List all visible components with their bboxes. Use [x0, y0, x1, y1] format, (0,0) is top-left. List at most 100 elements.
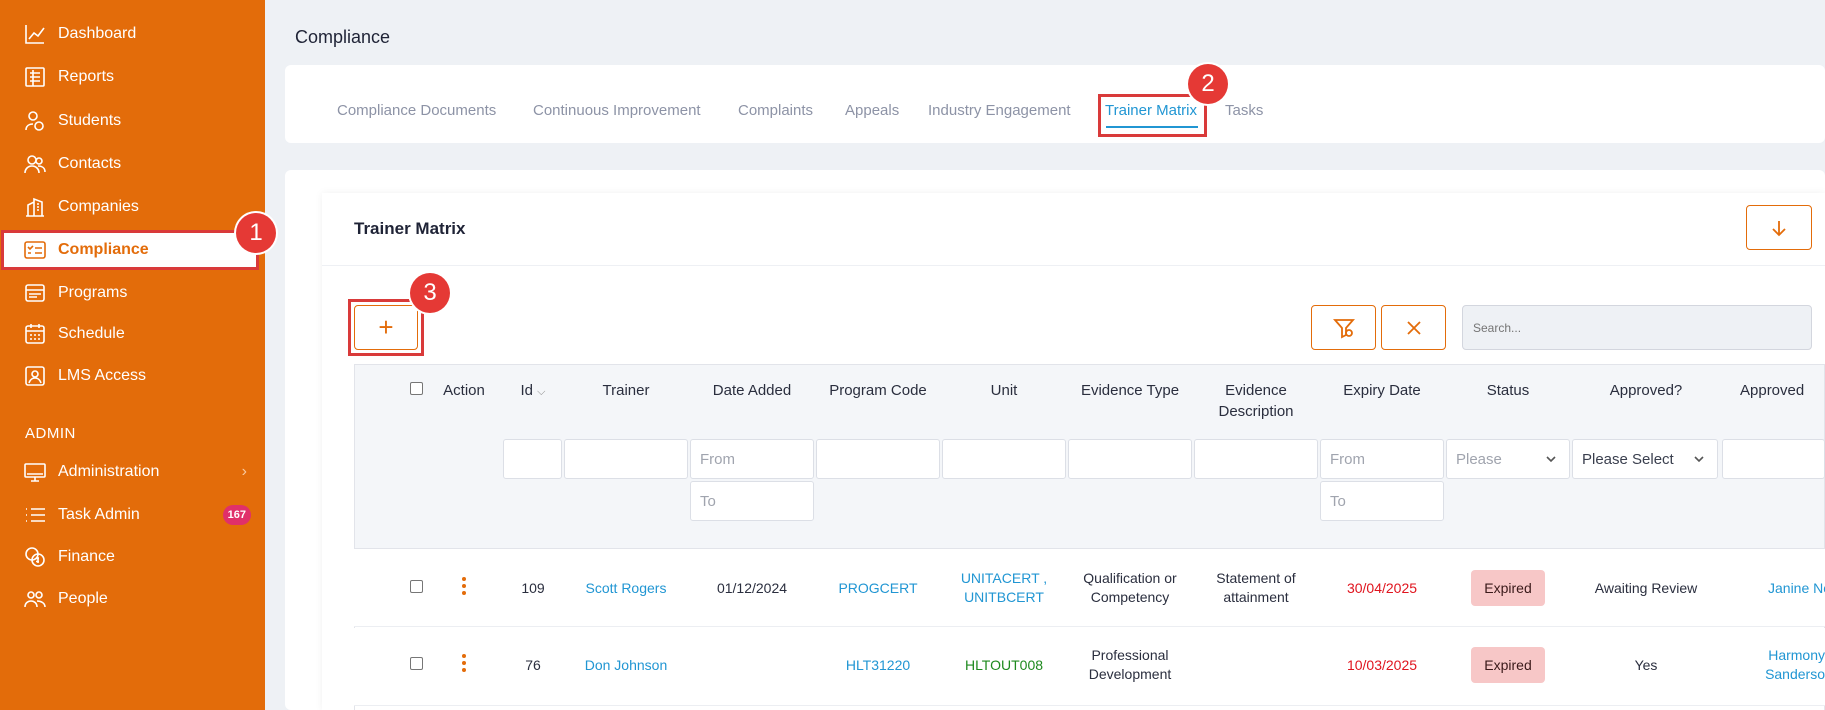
filter-id-input[interactable] [503, 439, 562, 479]
admin-section-label: ADMIN [25, 425, 76, 442]
filter-date-added-to[interactable]: To [690, 481, 814, 521]
task-count-badge: 167 [222, 505, 251, 525]
cell-trainer-link[interactable]: Scott Rogers [564, 579, 688, 598]
row-checkbox[interactable] [410, 657, 423, 670]
contacts-icon [24, 153, 46, 175]
sidebar-item-administration[interactable]: Administration › [0, 454, 265, 490]
row-checkbox[interactable] [410, 580, 423, 593]
sidebar-item-programs[interactable]: Programs [0, 275, 265, 311]
filter-trainer-input[interactable] [564, 439, 688, 479]
column-header-label: Id [520, 382, 533, 399]
cell-date-added: 01/12/2024 [716, 580, 788, 596]
cell-approved-by-link[interactable]: Janine Notc [1720, 579, 1825, 598]
cell-unit-link[interactable]: HLTOUT008 [942, 656, 1066, 675]
tab-tasks[interactable]: Tasks [1225, 102, 1263, 119]
filter-approved-select[interactable]: Please Select [1572, 439, 1718, 479]
select-value: Please [1456, 450, 1502, 468]
filter-evidence-type-input[interactable] [1068, 439, 1192, 479]
sidebar-item-label: Contacts [58, 155, 122, 172]
list-icon [24, 504, 46, 526]
column-header-action: Action [443, 382, 485, 399]
section-title: Trainer Matrix [354, 219, 466, 238]
sidebar-item-finance[interactable]: Finance [0, 539, 265, 575]
chevron-down-icon [1692, 452, 1706, 470]
column-header-unit: Unit [990, 382, 1018, 399]
programs-icon [24, 282, 46, 304]
row-actions-kebab-icon[interactable] [461, 577, 467, 598]
cell-trainer-link[interactable]: Don Johnson [564, 656, 688, 675]
filter-button[interactable] [1311, 305, 1376, 350]
calendar-icon [24, 323, 46, 345]
tab-complaints[interactable]: Complaints [738, 102, 813, 119]
cell-approved: Awaiting Review [1594, 580, 1698, 596]
download-button[interactable] [1746, 205, 1812, 250]
filter-program-code-input[interactable] [816, 439, 940, 479]
sort-chevron-icon: ⌵ [537, 386, 546, 398]
sidebar-item-label: Administration [58, 463, 160, 480]
sidebar-item-companies[interactable]: Companies [0, 189, 265, 225]
sidebar-item-label: Reports [58, 68, 115, 85]
chart-line-icon [24, 23, 46, 45]
cell-expiry-date: 30/04/2025 [1346, 580, 1418, 596]
column-header-approved-by: Approved [1740, 382, 1805, 399]
column-header-evidence-description: Evidence Description [1218, 382, 1294, 420]
tab-industry-engagement[interactable]: Industry Engagement [928, 102, 1071, 119]
filter-date-added-from[interactable]: From [690, 439, 814, 479]
sidebar-item-people[interactable]: People [0, 581, 265, 617]
filter-expiry-to[interactable]: To [1320, 481, 1444, 521]
cell-program-code-link[interactable]: HLT31220 [816, 656, 940, 675]
filter-icon [1332, 318, 1355, 338]
sidebar-item-contacts[interactable]: Contacts [0, 146, 265, 182]
sidebar-item-schedule[interactable]: Schedule [0, 316, 265, 352]
tab-appeals[interactable]: Appeals [845, 102, 899, 119]
arrow-down-icon [1772, 220, 1786, 236]
filter-status-select[interactable]: Please [1446, 439, 1570, 479]
sidebar-item-compliance[interactable]: Compliance [1, 230, 259, 270]
cell-program-code-link[interactable]: PROGCERT [816, 579, 940, 598]
students-icon [24, 110, 46, 132]
column-header-trainer: Trainer [602, 382, 650, 399]
monitor-icon [24, 461, 46, 483]
sidebar-item-label: Finance [58, 548, 115, 565]
lms-icon [24, 365, 46, 387]
tab-continuous-improvement[interactable]: Continuous Improvement [533, 102, 701, 119]
sidebar-item-students[interactable]: Students [0, 103, 265, 139]
tab-compliance-documents[interactable]: Compliance Documents [337, 102, 496, 119]
column-header-status: Status [1486, 382, 1530, 399]
callout-2: 2 [1188, 64, 1228, 104]
sidebar-item-label: Schedule [58, 325, 125, 342]
report-icon [24, 66, 46, 88]
column-header-id[interactable]: Id ⌵ [503, 380, 563, 403]
select-all-checkbox[interactable] [410, 382, 423, 395]
column-header-expiry-date: Expiry Date [1343, 382, 1421, 399]
cell-evidence-type: Professional Development [1088, 647, 1172, 682]
sidebar-item-label: Companies [58, 198, 139, 215]
search-input[interactable] [1462, 305, 1812, 350]
sidebar-item-lms-access[interactable]: LMS Access [0, 358, 265, 394]
sidebar-item-label: Students [58, 112, 122, 129]
sidebar: Dashboard Reports Students Contacts Comp… [0, 0, 265, 710]
buildings-icon [24, 196, 46, 218]
cell-evidence-description: Statement of attainment [1216, 570, 1296, 605]
divider [322, 265, 1825, 266]
cell-id: 109 [521, 580, 545, 596]
sidebar-item-dashboard[interactable]: Dashboard [0, 16, 265, 52]
column-header-evidence-type: Evidence Type [1080, 382, 1180, 399]
filter-approved-by-input[interactable] [1722, 439, 1825, 479]
cell-approved-by-link[interactable]: Harmony Sanderso [1720, 646, 1825, 684]
sidebar-item-task-admin[interactable]: Task Admin 167 [0, 497, 265, 533]
filter-evidence-description-input[interactable] [1194, 439, 1318, 479]
sidebar-item-label: Task Admin [58, 506, 140, 523]
filter-expiry-from[interactable]: From [1320, 439, 1444, 479]
row-actions-kebab-icon[interactable] [461, 654, 467, 675]
highlight-box-add [348, 299, 424, 356]
status-badge: Expired [1471, 570, 1545, 606]
checklist-icon [24, 239, 46, 261]
clear-filters-button[interactable] [1381, 305, 1446, 350]
chevron-right-icon: › [241, 463, 247, 480]
cell-unit-link[interactable]: UNITACERT , UNITBCERT [942, 569, 1066, 607]
cell-approved: Yes [1634, 657, 1658, 673]
filter-unit-input[interactable] [942, 439, 1066, 479]
sidebar-item-reports[interactable]: Reports [0, 59, 265, 95]
cell-evidence-type: Qualification or Competency [1083, 570, 1177, 605]
